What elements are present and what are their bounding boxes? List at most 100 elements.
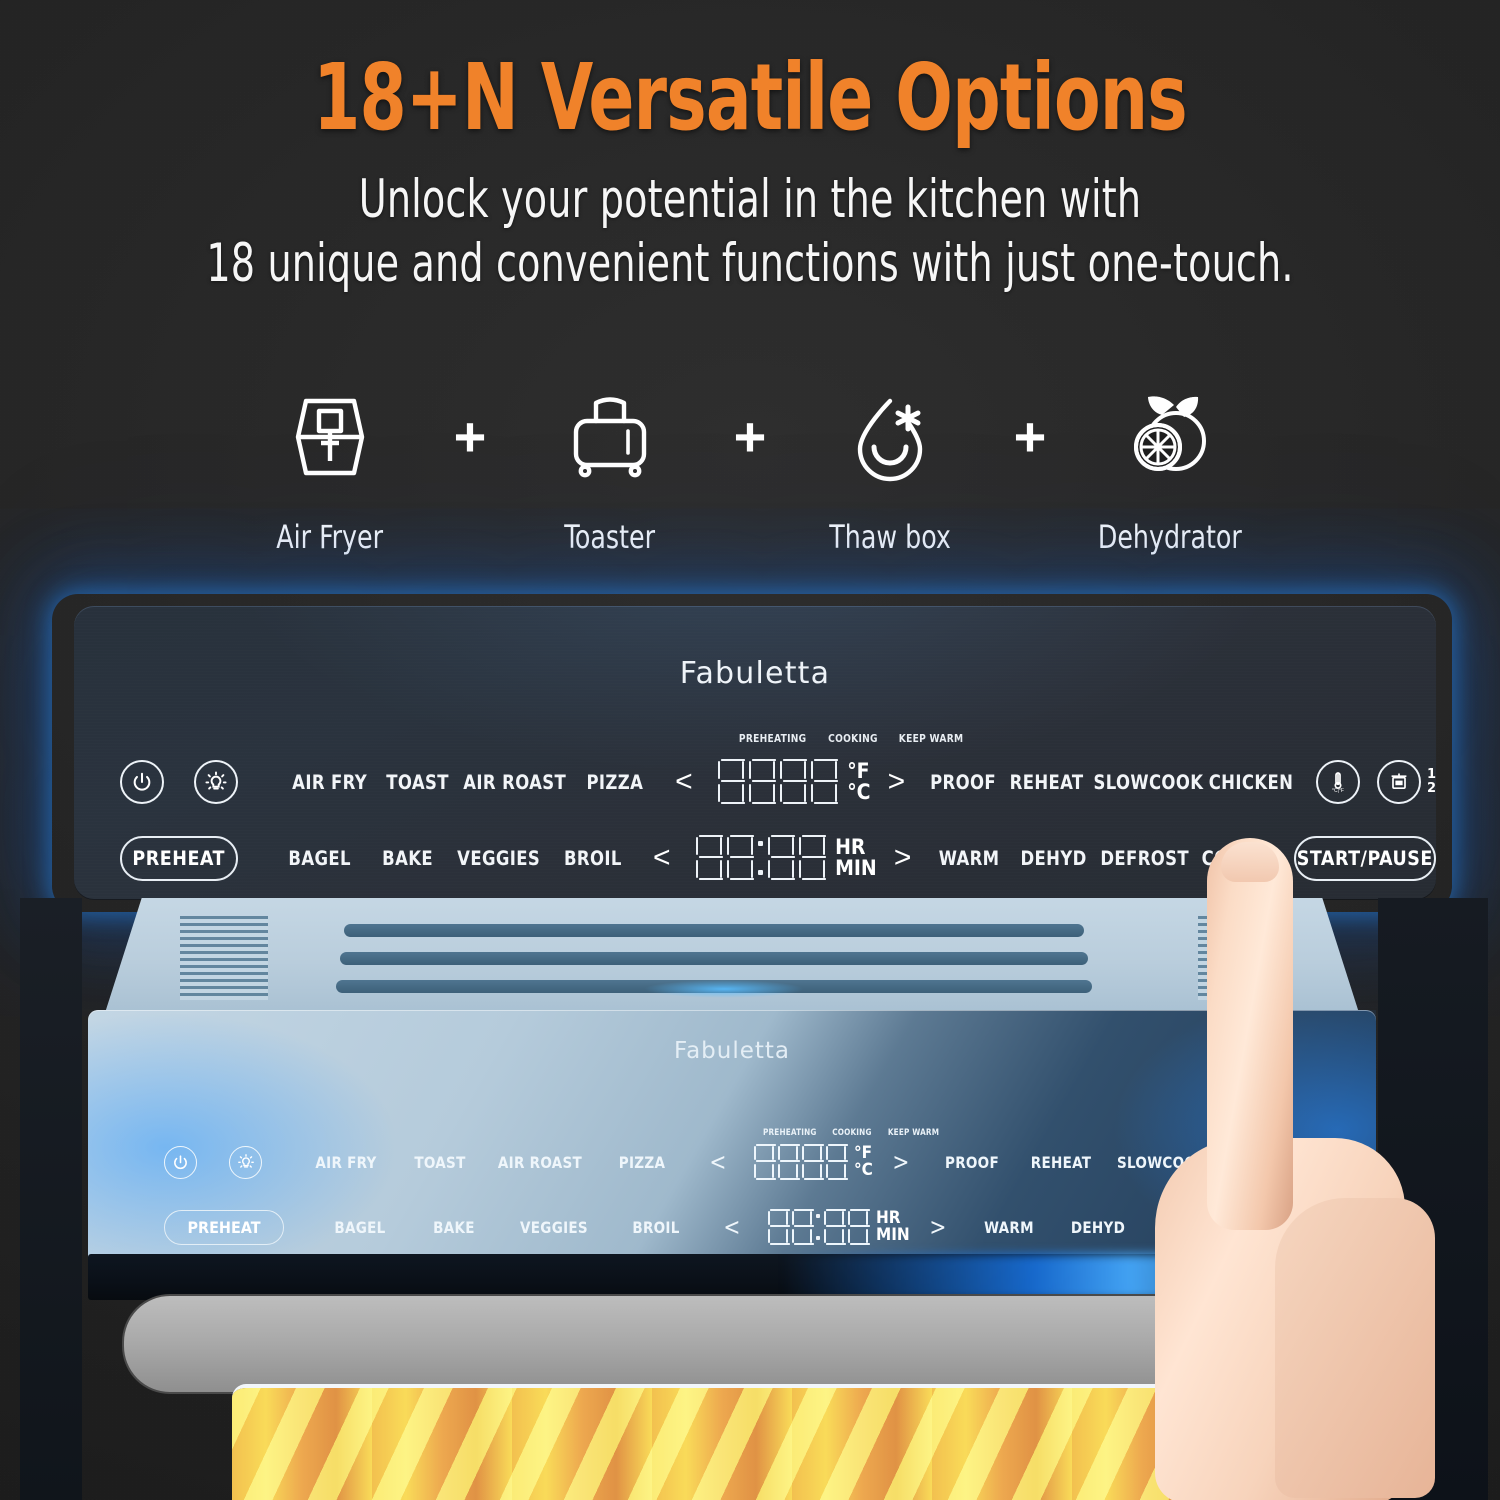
feature-label: Air Fryer	[276, 518, 384, 556]
appliance-temperature-display	[754, 1144, 848, 1180]
appliance-power-icon[interactable]	[164, 1145, 197, 1179]
thaw-box-icon	[838, 378, 942, 496]
rack-position-2: 2	[1426, 781, 1436, 796]
fingernail	[1221, 842, 1279, 882]
appliance-button-broil[interactable]: BROIL	[611, 1218, 701, 1237]
button-dehyd[interactable]: DEHYD	[1013, 847, 1093, 870]
feature-air-fryer: Air Fryer	[235, 378, 425, 556]
dual-cook-button[interactable]: 1 2	[1376, 760, 1436, 804]
appliance-button-bagel[interactable]: BAGEL	[315, 1218, 405, 1237]
appliance-preheat-button[interactable]: PREHEAT	[164, 1209, 284, 1245]
unit-celsius: °C	[847, 780, 871, 804]
unit-hour: HR	[835, 834, 866, 859]
status-badge-cooking: COOKING	[827, 732, 878, 745]
power-button[interactable]	[119, 760, 164, 804]
poster-background: 18+N Versatile Options Unlock your poten…	[0, 0, 1500, 1500]
appliance-button-proof[interactable]: PROOF	[931, 1153, 1012, 1172]
brand-logo: Fabuletta	[679, 656, 831, 691]
button-chicken[interactable]: CHICKEN	[1209, 771, 1294, 794]
appliance-time-decrease[interactable]: <	[706, 1213, 759, 1241]
rack-position-1: 1	[1426, 767, 1436, 783]
unit-fahrenheit: °F	[847, 758, 870, 783]
button-proof[interactable]: PROOF	[925, 771, 1002, 794]
scene-left-edge	[20, 898, 82, 1500]
appliance-temperature-unit: °F °C	[854, 1144, 873, 1180]
appliance-status-row: PREHEATING COOKING KEEP WARM	[760, 1128, 942, 1138]
appliance-time-increase[interactable]: >	[911, 1213, 964, 1241]
rack-position-indicator: 1 2	[1427, 768, 1436, 795]
seven-segment-digit	[696, 835, 724, 881]
toaster-icon	[558, 378, 662, 496]
temp-decrease-button[interactable]: <	[660, 767, 709, 797]
appliance-temp-increase[interactable]: >	[875, 1148, 928, 1176]
seven-segment-digit	[848, 1209, 870, 1245]
appliance-light-bulb-icon[interactable]	[229, 1145, 262, 1179]
temp-increase-button[interactable]: >	[871, 767, 923, 797]
seven-segment-digit	[768, 1209, 790, 1245]
seven-segment-digit	[826, 1144, 848, 1180]
appliance-button-toast[interactable]: TOAST	[397, 1153, 483, 1172]
button-toast[interactable]: TOAST	[378, 771, 458, 794]
light-button[interactable]	[194, 760, 239, 804]
feature-strip: Air Fryer + Toaster + Thaw box + Dehydra…	[0, 378, 1500, 556]
appliance-button-air-fry[interactable]: AIR FRY	[301, 1153, 391, 1172]
status-badge-preheating: PREHEATING	[762, 1128, 817, 1138]
pointing-hand	[1155, 838, 1455, 1500]
seven-segment-digit	[780, 759, 808, 805]
thermometer-icon: °C|°F	[1316, 760, 1361, 804]
seven-segment-digit	[799, 835, 827, 881]
button-warm[interactable]: WARM	[931, 847, 1008, 870]
button-air-fry[interactable]: AIR FRY	[287, 771, 373, 794]
top-light-glow	[644, 980, 804, 998]
seven-segment-digit	[802, 1144, 824, 1180]
button-veggies[interactable]: VEGGIES	[453, 847, 545, 870]
air-fryer-icon	[278, 378, 382, 496]
button-broil[interactable]: BROIL	[550, 847, 634, 870]
seven-segment-digit	[768, 835, 796, 881]
time-decrease-button[interactable]: <	[637, 843, 686, 873]
appliance-button-air-roast[interactable]: AIR ROAST	[489, 1153, 591, 1172]
unit-minute: MIN	[835, 856, 877, 880]
seven-segment-digit	[754, 1144, 776, 1180]
feature-thaw-box: Thaw box	[795, 378, 985, 556]
feature-dehydrator: Dehydrator	[1075, 378, 1265, 556]
button-air-roast[interactable]: AIR ROAST	[464, 771, 567, 794]
preheat-button[interactable]: PREHEAT	[119, 835, 238, 881]
time-unit-label: HR MIN	[835, 834, 877, 880]
appliance-time-display	[768, 1209, 870, 1245]
appliance-button-pizza[interactable]: PIZZA	[597, 1153, 687, 1172]
status-badge-preheating: PREHEATING	[738, 732, 807, 745]
vent-slot	[340, 952, 1088, 965]
seven-segment-digit	[718, 759, 746, 805]
appliance-temp-decrease[interactable]: <	[692, 1148, 745, 1176]
appliance-button-dehyd[interactable]: DEHYD	[1054, 1218, 1140, 1237]
seven-segment-digit	[792, 1209, 814, 1245]
button-pizza[interactable]: PIZZA	[573, 771, 657, 794]
seven-segment-digit	[727, 835, 755, 881]
status-badge-keep-warm: KEEP WARM	[898, 732, 964, 745]
light-bulb-icon	[194, 760, 239, 804]
appliance-button-veggies[interactable]: VEGGIES	[503, 1218, 605, 1237]
button-slowcook[interactable]: SLOWCOOK	[1093, 771, 1203, 794]
seven-segment-digit	[824, 1209, 846, 1245]
hero-subtitle-line-1: Unlock your potential in the kitchen wit…	[358, 169, 1142, 230]
temperature-unit-toggle-button[interactable]: °C|°F	[1316, 760, 1361, 804]
button-bake[interactable]: BAKE	[368, 847, 448, 870]
feature-label: Thaw box	[829, 518, 951, 556]
page-title: 18+N Versatile Options	[313, 44, 1188, 151]
appliance-button-reheat[interactable]: REHEAT	[1018, 1153, 1104, 1172]
button-reheat[interactable]: REHEAT	[1007, 771, 1087, 794]
hero-subtitle-line-2: 18 unique and convenient functions with …	[206, 232, 1294, 294]
time-display	[696, 835, 827, 881]
svg-text:°C|°F: °C|°F	[1332, 788, 1344, 794]
unit-minute: MIN	[876, 1225, 910, 1245]
button-bagel[interactable]: BAGEL	[276, 847, 362, 870]
appliance-button-warm[interactable]: WARM	[968, 1218, 1049, 1237]
vent-slot	[344, 924, 1084, 937]
feature-label: Dehydrator	[1097, 518, 1242, 556]
feature-toaster: Toaster	[515, 378, 705, 556]
time-increase-button[interactable]: >	[877, 843, 929, 873]
appliance-button-bake[interactable]: BAKE	[411, 1218, 497, 1237]
status-indicator-row: PREHEATING COOKING KEEP WARM	[736, 732, 966, 745]
temperature-display	[718, 759, 839, 805]
